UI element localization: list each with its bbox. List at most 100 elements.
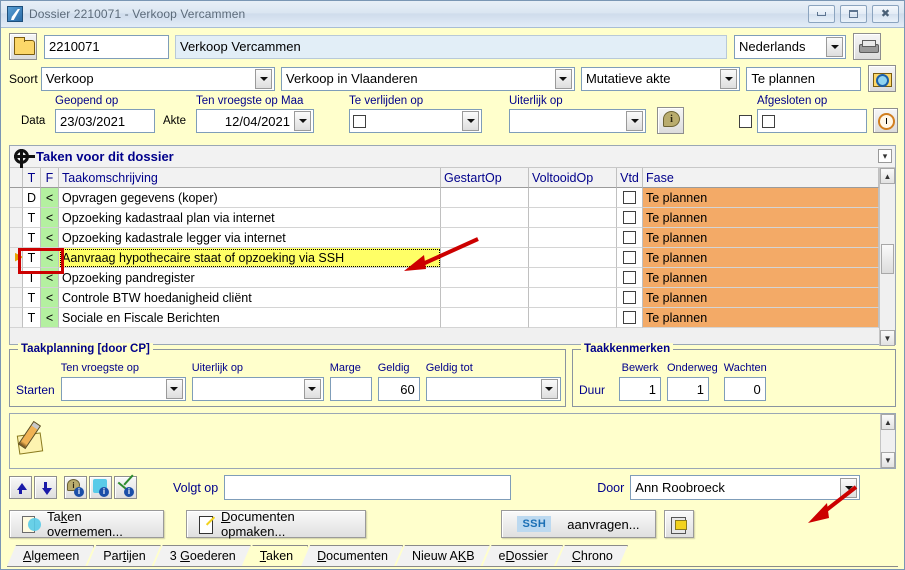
vtd-checkbox[interactable] — [623, 251, 636, 264]
cell-type[interactable]: D — [23, 188, 41, 208]
afgesloten-enable-checkbox[interactable] — [739, 115, 752, 128]
scroll-down-button[interactable]: ▼ — [880, 330, 895, 346]
scroll-up-button[interactable]: ▲ — [880, 168, 895, 184]
cell-flag[interactable]: < — [41, 188, 59, 208]
cell-description[interactable]: Sociale en Fiscale Berichten — [59, 308, 441, 328]
cell-fase[interactable]: Te plannen — [643, 268, 879, 288]
cell-gestartop[interactable] — [441, 308, 529, 328]
onderweg-input[interactable]: 1 — [667, 377, 709, 401]
planning-uiterlijk-select[interactable] — [191, 377, 324, 401]
column-header-description[interactable]: Taakomschrijving — [59, 168, 441, 188]
cell-fase[interactable]: Te plannen — [643, 308, 879, 328]
column-header-voltooidop[interactable]: VoltooidOp — [529, 168, 617, 188]
uiterlijk-op-select[interactable] — [509, 109, 646, 133]
open-folder-button[interactable] — [9, 33, 37, 60]
taken-overnemen-button[interactable]: Taken overnemen... — [9, 509, 164, 539]
scroll-up-button[interactable]: ▲ — [881, 414, 895, 430]
tab-nieuw-akb[interactable]: Nieuw AKB — [396, 545, 490, 566]
cell-flag[interactable]: < — [41, 308, 59, 328]
row-selector[interactable] — [10, 208, 23, 228]
tab-3-goederen[interactable]: 3 Goederen — [154, 545, 251, 566]
cell-voltooidop[interactable] — [529, 228, 617, 248]
cell-voltooidop[interactable] — [529, 288, 617, 308]
akte-type-select[interactable]: Mutatieve akte — [580, 66, 741, 91]
table-row[interactable]: T < Opzoeking kadastraal plan via internet… — [10, 208, 879, 228]
cell-gestartop[interactable] — [441, 228, 529, 248]
cell-fase[interactable]: Te plannen — [643, 248, 879, 268]
chevron-down-icon[interactable] — [165, 379, 183, 399]
cell-flag[interactable]: < — [41, 208, 59, 228]
chevron-down-icon[interactable] — [255, 68, 273, 89]
status-field[interactable]: Te plannen — [746, 66, 861, 91]
vtd-checkbox[interactable] — [623, 291, 636, 304]
chevron-down-icon[interactable] — [840, 477, 858, 498]
tab-chrono[interactable]: Chrono — [556, 545, 628, 566]
akte-date-select[interactable]: 12/04/2021 — [196, 109, 314, 133]
cell-gestartop[interactable] — [441, 188, 529, 208]
print-button[interactable] — [853, 33, 881, 60]
chevron-down-icon[interactable] — [462, 111, 479, 131]
tab-partijen[interactable]: Partijen — [87, 545, 160, 566]
cell-description[interactable]: Aanvraag hypothecaire staat of opzoeking… — [59, 248, 441, 268]
clock-button[interactable] — [873, 108, 898, 133]
cell-voltooidop[interactable] — [529, 208, 617, 228]
dossier-name-field[interactable]: Verkoop Vercammen — [175, 34, 727, 59]
task-check-button[interactable]: i — [114, 476, 137, 499]
column-header-vtd[interactable]: Vtd — [617, 168, 643, 188]
cell-fase[interactable]: Te plannen — [643, 188, 879, 208]
task-config-button[interactable]: i — [89, 476, 112, 499]
te-verlijden-select[interactable] — [349, 109, 482, 133]
scrollbar-thumb[interactable] — [881, 244, 894, 274]
door-select[interactable]: Ann Roobroeck — [630, 475, 861, 500]
cell-voltooidop[interactable] — [529, 308, 617, 328]
row-selector[interactable] — [10, 188, 23, 208]
cell-description[interactable]: Opzoeking pandregister — [59, 268, 441, 288]
info-button[interactable]: i — [657, 107, 684, 134]
chevron-down-icon[interactable] — [626, 111, 643, 131]
row-selector[interactable] — [10, 228, 23, 248]
geldig-tot-select[interactable] — [425, 377, 561, 401]
column-header-gestartop[interactable]: GestartOp — [441, 168, 529, 188]
cell-type[interactable]: T — [23, 248, 41, 268]
minimize-button[interactable] — [808, 5, 835, 23]
chevron-down-icon[interactable] — [826, 36, 843, 57]
dossier-number-input[interactable]: 2210071 — [44, 34, 169, 59]
cell-type[interactable]: T — [23, 208, 41, 228]
cell-type[interactable]: T — [23, 228, 41, 248]
cell-description[interactable]: Opzoeking kadastraal plan via internet — [59, 208, 441, 228]
notes-scrollbar[interactable]: ▲ ▼ — [880, 414, 895, 468]
cell-vtd[interactable] — [617, 288, 643, 308]
cell-description[interactable]: Controle BTW hoedanigheid cliënt — [59, 288, 441, 308]
vtd-checkbox[interactable] — [623, 191, 636, 204]
table-row[interactable]: ▶ T < Aanvraag hypothecaire staat of opzoek… — [10, 248, 879, 268]
chevron-down-icon[interactable] — [303, 379, 321, 399]
volgt-op-input[interactable] — [224, 475, 512, 500]
cell-flag[interactable]: < — [41, 288, 59, 308]
cell-vtd[interactable] — [617, 208, 643, 228]
cell-description[interactable]: Opvragen gegevens (koper) — [59, 188, 441, 208]
afgesloten-op-input[interactable] — [757, 109, 867, 133]
tab-documenten[interactable]: Documenten — [301, 545, 403, 566]
cell-voltooidop[interactable] — [529, 268, 617, 288]
table-row[interactable]: D < Opvragen gegevens (koper) Te plannen — [10, 188, 879, 208]
documenten-opmaken-button[interactable]: Documenten opmaken... — [186, 509, 366, 539]
cell-fase[interactable]: Te plannen — [643, 288, 879, 308]
cell-vtd[interactable] — [617, 188, 643, 208]
region-select[interactable]: Verkoop in Vlaanderen — [281, 66, 575, 91]
chevron-down-icon[interactable] — [540, 379, 558, 399]
cell-vtd[interactable] — [617, 228, 643, 248]
row-selector[interactable] — [10, 268, 23, 288]
clipboard-button[interactable] — [664, 510, 694, 538]
ssh-aanvragen-button[interactable]: SSH aanvragen... — [501, 510, 656, 538]
geopend-op-input[interactable]: 23/03/2021 — [55, 109, 155, 133]
afgesloten-inner-checkbox[interactable] — [762, 114, 775, 128]
vtd-checkbox[interactable] — [623, 231, 636, 244]
ten-vroegste-op-select[interactable] — [60, 377, 186, 401]
vtd-checkbox[interactable] — [623, 271, 636, 284]
bewerk-input[interactable]: 1 — [619, 377, 661, 401]
row-selector[interactable] — [10, 308, 23, 328]
cell-type[interactable]: T — [23, 308, 41, 328]
cell-fase[interactable]: Te plannen — [643, 228, 879, 248]
search-dossier-button[interactable] — [868, 65, 896, 92]
close-button[interactable]: ✖ — [872, 5, 899, 23]
